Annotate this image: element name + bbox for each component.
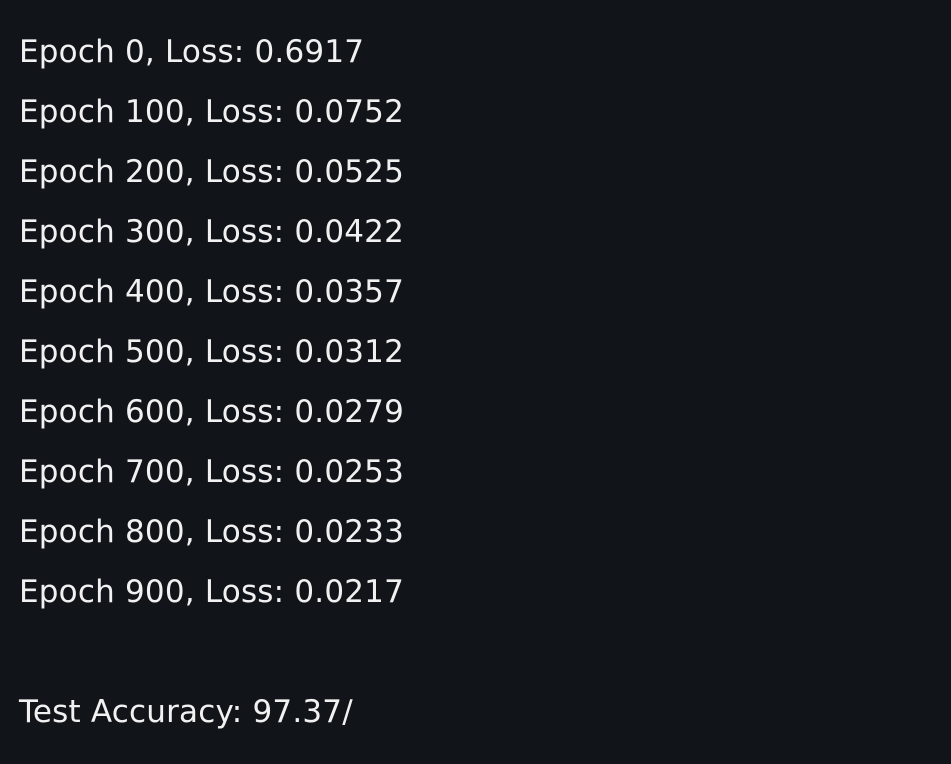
epoch-loss-line: Epoch 600, Loss: 0.0279 (19, 394, 405, 430)
epoch-loss-line: Epoch 900, Loss: 0.0217 (19, 574, 405, 610)
epoch-loss-line: Epoch 200, Loss: 0.0525 (19, 154, 405, 190)
epoch-loss-line: Epoch 700, Loss: 0.0253 (19, 454, 405, 490)
test-accuracy-line: Test Accuracy: 97.37/ (19, 694, 353, 730)
epoch-loss-line: Epoch 300, Loss: 0.0422 (19, 214, 405, 250)
terminal-output: Epoch 0, Loss: 0.6917 Epoch 100, Loss: 0… (19, 0, 939, 730)
epoch-loss-line: Epoch 0, Loss: 0.6917 (19, 34, 365, 70)
epoch-loss-line: Epoch 500, Loss: 0.0312 (19, 334, 405, 370)
epoch-loss-line: Epoch 400, Loss: 0.0357 (19, 274, 405, 310)
epoch-loss-line: Epoch 800, Loss: 0.0233 (19, 514, 405, 550)
epoch-loss-line: Epoch 100, Loss: 0.0752 (19, 94, 405, 130)
